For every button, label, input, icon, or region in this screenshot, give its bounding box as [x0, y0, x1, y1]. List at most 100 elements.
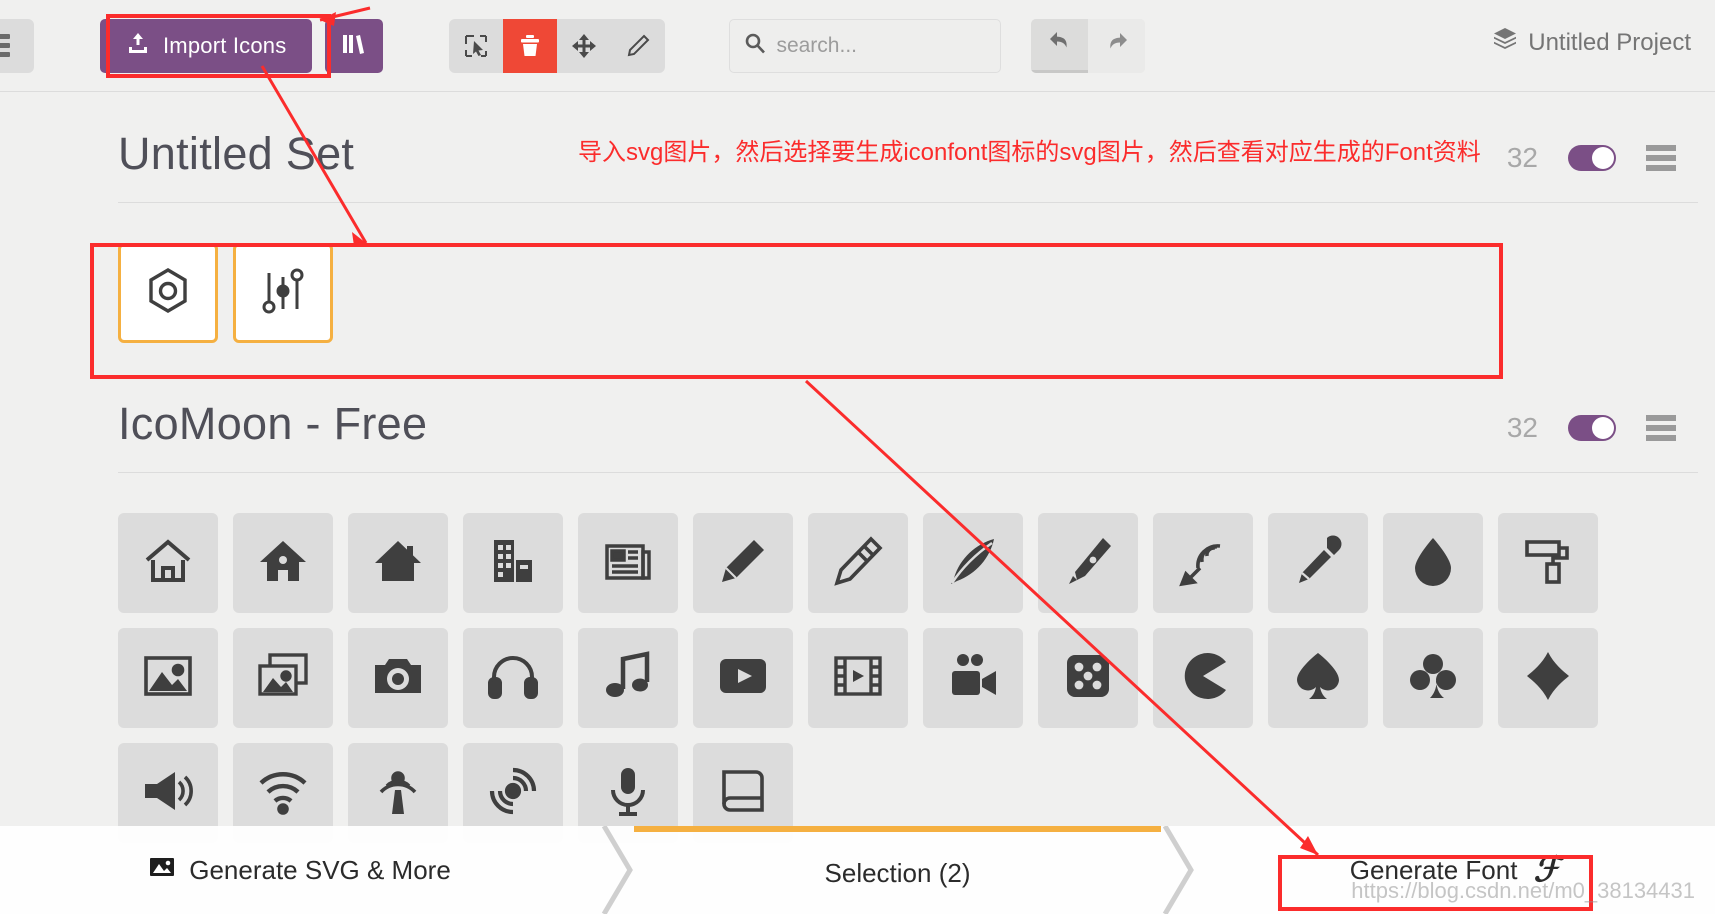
- icomoon-icon-grid: [118, 513, 1698, 843]
- hamburger-menu-button[interactable]: [0, 18, 34, 73]
- icon-tile-headphones[interactable]: [463, 628, 563, 728]
- generate-svg-button[interactable]: Generate SVG & More: [0, 826, 600, 914]
- icon-tile-home-outline[interactable]: [118, 513, 218, 613]
- redo-arrow-icon: [1104, 29, 1130, 62]
- search-box[interactable]: [729, 18, 1002, 73]
- mic-icon: [601, 764, 655, 823]
- music-note-icon: [601, 649, 655, 708]
- select-tool[interactable]: [449, 19, 503, 73]
- icon-tile-camera[interactable]: [348, 628, 448, 728]
- set-header-untitled: Untitled Set 32: [118, 128, 1698, 180]
- pacman-icon: [1176, 649, 1230, 708]
- image-generate-icon: [149, 854, 175, 887]
- selection-tab[interactable]: Selection (2): [634, 826, 1161, 914]
- set-visibility-toggle[interactable]: [1568, 145, 1616, 171]
- set-visibility-toggle[interactable]: [1568, 415, 1616, 441]
- icon-tile-paint-roller[interactable]: [1498, 513, 1598, 613]
- home-filled-icon: [371, 534, 425, 593]
- icon-tile-blog[interactable]: [1153, 513, 1253, 613]
- redo-button[interactable]: [1088, 18, 1146, 73]
- generate-svg-label: Generate SVG & More: [189, 854, 451, 885]
- home-solid-icon: [256, 534, 310, 593]
- tool-group: [449, 18, 666, 73]
- icon-tile-spades[interactable]: [1268, 628, 1368, 728]
- icon-tile-pencil[interactable]: [693, 513, 793, 613]
- icon-tile-eyedropper[interactable]: [1268, 513, 1368, 613]
- pen-icon: [1061, 534, 1115, 593]
- film-icon: [831, 649, 885, 708]
- icon-tile-newspaper[interactable]: [578, 513, 678, 613]
- eyedropper-icon: [1291, 534, 1345, 593]
- icon-tile-droplet[interactable]: [1383, 513, 1483, 613]
- undo-redo-group: [1031, 18, 1146, 73]
- clubs-icon: [1406, 649, 1460, 708]
- office-building-icon: [486, 534, 540, 593]
- delete-tool[interactable]: [503, 18, 558, 73]
- set-menu-icon[interactable]: [1646, 145, 1676, 171]
- icon-tile-pen[interactable]: [1038, 513, 1138, 613]
- top-toolbar: Import Icons search... Untitled Project: [0, 0, 1715, 92]
- icon-tile-pacman[interactable]: [1153, 628, 1253, 728]
- icon-tile-home-solid[interactable]: [233, 513, 333, 613]
- project-indicator[interactable]: Untitled Project: [1492, 26, 1691, 59]
- icon-tile-film[interactable]: [808, 628, 908, 728]
- set-untitled: Untitled Set 32: [118, 128, 1698, 343]
- set-title: Untitled Set: [118, 128, 355, 179]
- edit-tool[interactable]: [611, 19, 665, 73]
- import-icons-button[interactable]: Import Icons: [100, 18, 313, 73]
- hexagon-nut-icon: [142, 265, 194, 322]
- icon-tile-dice[interactable]: [1038, 628, 1138, 728]
- move-tool[interactable]: [557, 19, 611, 73]
- icon-tile-image[interactable]: [118, 628, 218, 728]
- icon-tile-images[interactable]: [233, 628, 333, 728]
- equalizer-sliders-icon: [257, 265, 309, 322]
- dice-icon: [1061, 649, 1115, 708]
- set-title: IcoMoon - Free: [118, 398, 428, 449]
- set-icomoon-free: IcoMoon - Free 32: [118, 398, 1698, 843]
- search-input[interactable]: [776, 33, 987, 58]
- quill-icon: [946, 534, 1000, 593]
- icon-tile-office[interactable]: [463, 513, 563, 613]
- upload-icon: [126, 31, 150, 61]
- icon-tile-equalizer[interactable]: [233, 243, 333, 343]
- layers-stack-icon: [1492, 26, 1518, 59]
- icon-tile-hexagon-nut[interactable]: [118, 243, 218, 343]
- feed-icon: [486, 764, 540, 823]
- icon-tile-music[interactable]: [578, 628, 678, 728]
- search-icon: [744, 32, 766, 59]
- icon-tile-home-filled[interactable]: [348, 513, 448, 613]
- icon-tile-quill[interactable]: [923, 513, 1023, 613]
- set-meta: 32: [1507, 142, 1676, 174]
- icon-tile-diamonds[interactable]: [1498, 628, 1598, 728]
- set-menu-icon[interactable]: [1646, 415, 1676, 441]
- chevron-left-divider: [600, 826, 634, 914]
- set-icon-count: 32: [1506, 142, 1538, 173]
- images-icon: [256, 649, 310, 708]
- headphones-icon: [486, 649, 540, 708]
- icon-tile-video-camera[interactable]: [923, 628, 1023, 728]
- icon-tile-pencil2[interactable]: [808, 513, 908, 613]
- library-button[interactable]: [325, 18, 384, 73]
- newspaper-icon: [601, 534, 655, 593]
- undo-button[interactable]: [1031, 18, 1089, 73]
- book-icon: [716, 764, 770, 823]
- chevron-right-divider: [1161, 826, 1195, 914]
- import-icons-label: Import Icons: [163, 32, 287, 58]
- icon-tile-clubs[interactable]: [1383, 628, 1483, 728]
- set-header-icomoon: IcoMoon - Free 32: [118, 398, 1698, 450]
- import-group: Import Icons: [100, 18, 313, 73]
- icon-tile-play-video[interactable]: [693, 628, 793, 728]
- set-divider: [118, 472, 1698, 473]
- home-outline-icon: [141, 534, 195, 593]
- connection-wifi-icon: [256, 764, 310, 823]
- video-camera-icon: [946, 649, 1000, 708]
- blog-icon: [1176, 534, 1230, 593]
- undo-arrow-icon: [1047, 28, 1073, 61]
- hamburger-menu-icon: [0, 34, 10, 57]
- selection-label: Selection (2): [824, 857, 971, 888]
- library-books-icon: [341, 31, 367, 60]
- droplet-icon: [1406, 534, 1460, 593]
- custom-icon-grid: [118, 243, 1698, 343]
- project-label: Untitled Project: [1528, 28, 1691, 56]
- image-icon: [141, 649, 195, 708]
